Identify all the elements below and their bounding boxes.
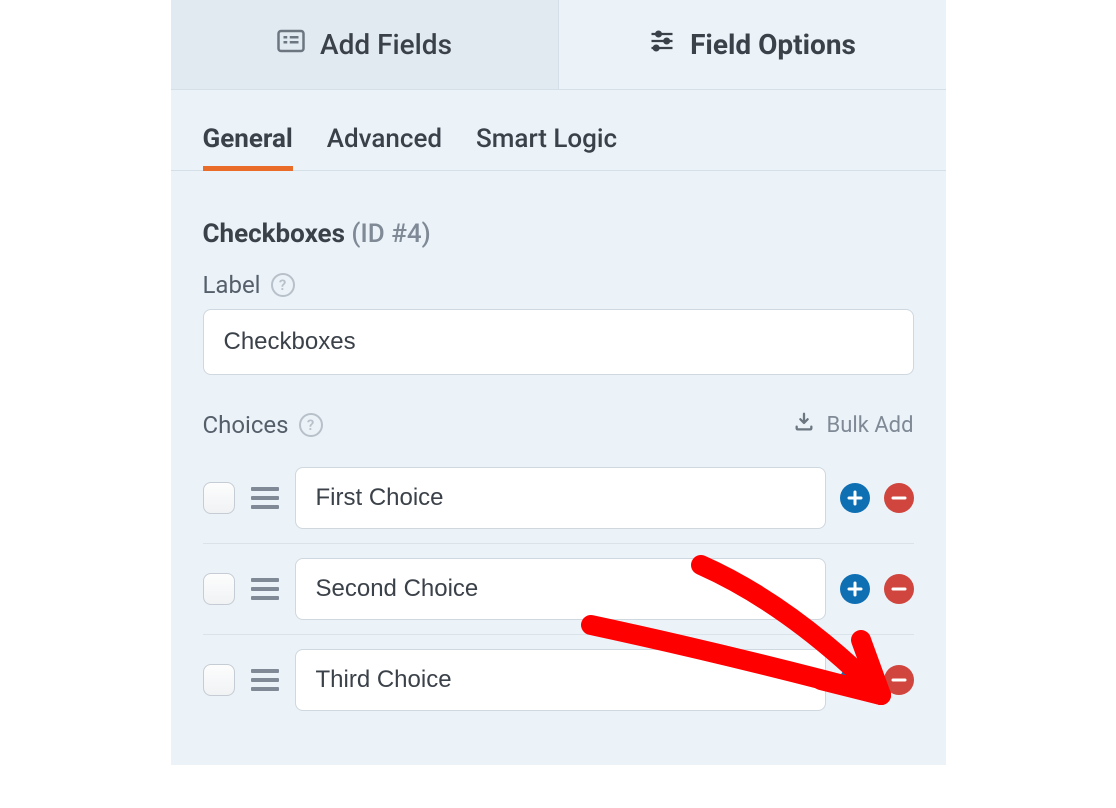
plus-icon <box>847 581 863 597</box>
subtab-smart-logic[interactable]: Smart Logic <box>476 114 617 170</box>
download-icon <box>793 411 815 439</box>
tab-add-fields[interactable]: Add Fields <box>171 0 559 90</box>
help-icon[interactable]: ? <box>299 413 323 437</box>
choice-input[interactable] <box>295 558 826 620</box>
help-icon[interactable]: ? <box>271 273 295 297</box>
remove-choice-button[interactable] <box>884 483 914 513</box>
tab-add-fields-label: Add Fields <box>320 28 452 61</box>
drag-handle-icon[interactable] <box>249 665 281 695</box>
tab-field-options[interactable]: Field Options <box>559 0 946 90</box>
field-id: (ID #4) <box>351 219 430 249</box>
field-type: Checkboxes <box>203 219 345 249</box>
drag-handle-icon[interactable] <box>249 574 281 604</box>
label-caption: Label <box>203 271 261 299</box>
field-header: Checkboxes (ID #4) <box>203 219 914 249</box>
choice-row <box>203 634 914 725</box>
choice-row <box>203 543 914 634</box>
minus-icon <box>891 490 907 506</box>
list-icon <box>276 26 306 63</box>
label-row: Label ? <box>203 271 914 299</box>
plus-icon <box>847 672 863 688</box>
add-choice-button[interactable] <box>840 665 870 695</box>
plus-icon <box>847 490 863 506</box>
choice-input[interactable] <box>295 649 826 711</box>
choice-checkbox[interactable] <box>203 573 235 605</box>
add-choice-button[interactable] <box>840 483 870 513</box>
minus-icon <box>891 672 907 688</box>
choice-checkbox[interactable] <box>203 482 235 514</box>
bulk-add-button[interactable]: Bulk Add <box>793 411 914 439</box>
minus-icon <box>891 581 907 597</box>
choice-input[interactable] <box>295 467 826 529</box>
sliders-icon <box>648 27 676 62</box>
choice-checkbox[interactable] <box>203 664 235 696</box>
choices-caption: Choices <box>203 411 289 439</box>
choices-header: Choices ? Bulk Add <box>203 411 914 439</box>
tab-field-options-label: Field Options <box>690 28 856 61</box>
drag-handle-icon[interactable] <box>249 483 281 513</box>
subtab-general[interactable]: General <box>203 114 293 170</box>
subtab-advanced[interactable]: Advanced <box>327 114 442 170</box>
content-area: Checkboxes (ID #4) Label ? Choices ? Bul… <box>171 171 946 765</box>
choice-row <box>203 453 914 543</box>
bulk-add-label: Bulk Add <box>827 413 914 438</box>
top-tabs: Add Fields Field Options <box>171 0 946 90</box>
add-choice-button[interactable] <box>840 574 870 604</box>
remove-choice-button[interactable] <box>884 574 914 604</box>
label-input[interactable] <box>203 309 914 375</box>
sub-tabs: General Advanced Smart Logic <box>171 114 946 171</box>
field-options-panel: Add Fields Field Options General Advance… <box>171 0 946 765</box>
remove-choice-button[interactable] <box>884 665 914 695</box>
choices-list <box>203 453 914 725</box>
